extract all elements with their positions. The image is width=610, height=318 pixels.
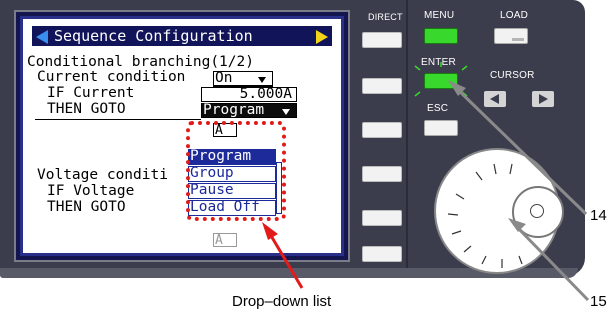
callout-label-15: 15 [590, 293, 607, 310]
dropdown-caption-arrow [262, 222, 304, 289]
knob-tick-marks [447, 163, 523, 268]
annotation-overlay [262, 62, 590, 302]
dropdown-caption: Drop–down list [232, 293, 332, 310]
callout-label-14: 14 [590, 207, 607, 224]
callout-arrow-14 [448, 80, 588, 216]
